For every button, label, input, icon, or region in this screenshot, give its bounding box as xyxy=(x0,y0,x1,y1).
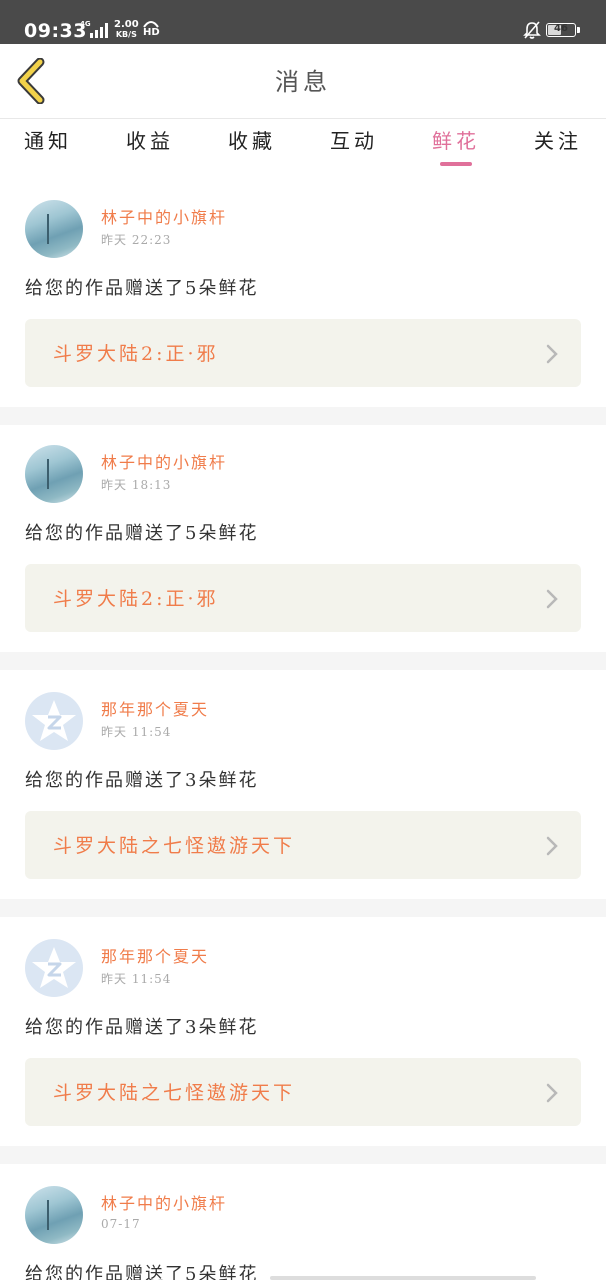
mute-bell-icon xyxy=(523,21,541,39)
work-link[interactable]: 斗罗大陆之七怪遨游天下 xyxy=(25,1058,581,1126)
battery-icon: 46 xyxy=(546,23,576,37)
sender-name[interactable]: 林子中的小旗杆 xyxy=(101,204,227,228)
chevron-right-icon xyxy=(546,1083,558,1103)
chevron-right-icon xyxy=(546,836,558,856)
message-card: 林子中的小旗杆 昨天 22:23 给您的作品赠送了5朵鲜花 斗罗大陆2:正·邪 xyxy=(0,180,606,407)
sender-name[interactable]: 林子中的小旗杆 xyxy=(101,449,227,473)
message-text: 给您的作品赠送了3朵鲜花 xyxy=(25,770,259,791)
work-link[interactable]: 斗罗大陆2:正·邪 xyxy=(25,564,581,632)
chevron-right-icon xyxy=(546,344,558,364)
user-avatar[interactable] xyxy=(25,445,83,503)
scroll-indicator xyxy=(270,1276,536,1280)
tab-following[interactable]: 关注 xyxy=(518,125,598,165)
message-card: 那年那个夏天 昨天 11:54 给您的作品赠送了3朵鲜花 斗罗大陆之七怪遨游天下 xyxy=(0,672,606,899)
sender-name[interactable]: 那年那个夏天 xyxy=(101,696,209,720)
sender-name[interactable]: 那年那个夏天 xyxy=(101,943,209,967)
card-divider xyxy=(0,1146,606,1164)
work-title: 斗罗大陆之七怪遨游天下 xyxy=(53,1082,296,1104)
work-title: 斗罗大陆2:正·邪 xyxy=(53,588,219,610)
tab-interaction[interactable]: 互动 xyxy=(314,125,394,165)
card-divider xyxy=(0,652,606,670)
user-avatar[interactable] xyxy=(25,939,83,997)
message-time: 昨天 11:54 xyxy=(101,972,172,986)
page-title: 消息 xyxy=(275,68,331,96)
tab-earnings[interactable]: 收益 xyxy=(110,125,190,165)
message-text: 给您的作品赠送了5朵鲜花 xyxy=(25,523,259,544)
message-time: 昨天 18:13 xyxy=(101,478,172,492)
speed-unit: KB/S xyxy=(115,30,137,39)
tab-notice[interactable]: 通知 xyxy=(8,125,88,165)
battery-level: 46 xyxy=(554,23,568,34)
qq-star-icon xyxy=(32,947,76,988)
hd-icon: HD xyxy=(142,19,160,39)
header-bar: 消息 xyxy=(0,44,606,119)
status-bar: 09:33 4G 2.00 KB/S HD 46 xyxy=(0,0,606,44)
message-card: 林子中的小旗杆 07-17 给您的作品赠送了5朵鲜花 xyxy=(0,1166,606,1280)
network-speed: 2.00 KB/S xyxy=(114,20,139,40)
message-card: 那年那个夏天 昨天 11:54 给您的作品赠送了3朵鲜花 斗罗大陆之七怪遨游天下 xyxy=(0,919,606,1146)
work-title: 斗罗大陆2:正·邪 xyxy=(53,343,219,365)
signal-icon xyxy=(90,22,110,38)
work-link[interactable]: 斗罗大陆2:正·邪 xyxy=(25,319,581,387)
active-tab-indicator xyxy=(440,162,472,166)
user-avatar[interactable] xyxy=(25,692,83,750)
tab-flowers[interactable]: 鲜花 xyxy=(416,125,496,165)
user-avatar[interactable] xyxy=(25,1186,83,1244)
hd-label: HD xyxy=(143,27,160,38)
tab-favorites[interactable]: 收藏 xyxy=(212,125,292,165)
message-text: 给您的作品赠送了3朵鲜花 xyxy=(25,1017,259,1038)
card-divider xyxy=(0,899,606,917)
work-title: 斗罗大陆之七怪遨游天下 xyxy=(53,835,296,857)
work-link[interactable]: 斗罗大陆之七怪遨游天下 xyxy=(25,811,581,879)
speed-value: 2.00 xyxy=(114,19,139,30)
message-time: 07-17 xyxy=(101,1217,141,1231)
battery-tip xyxy=(577,27,580,33)
tab-bar: 通知 收益 收藏 互动 鲜花 关注 xyxy=(0,119,606,169)
chevron-right-icon xyxy=(546,589,558,609)
card-divider xyxy=(0,407,606,425)
message-text: 给您的作品赠送了5朵鲜花 xyxy=(25,1264,259,1280)
message-card: 林子中的小旗杆 昨天 18:13 给您的作品赠送了5朵鲜花 斗罗大陆2:正·邪 xyxy=(0,425,606,652)
sender-name[interactable]: 林子中的小旗杆 xyxy=(101,1190,227,1214)
qq-star-icon xyxy=(32,700,76,741)
message-time: 昨天 22:23 xyxy=(101,233,172,247)
message-time: 昨天 11:54 xyxy=(101,725,172,739)
message-text: 给您的作品赠送了5朵鲜花 xyxy=(25,278,259,299)
status-time: 09:33 xyxy=(24,20,87,42)
user-avatar[interactable] xyxy=(25,200,83,258)
